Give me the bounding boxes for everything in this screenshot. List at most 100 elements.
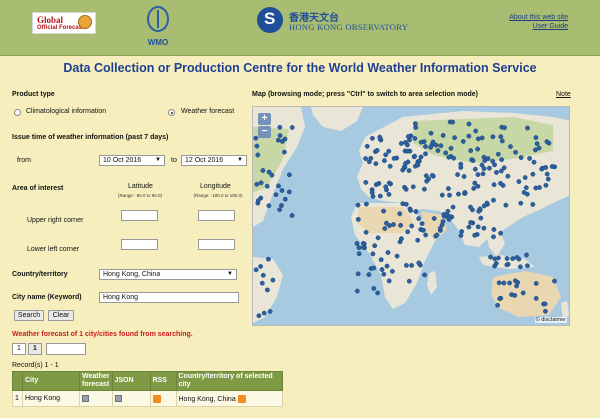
json-link[interactable] <box>111 390 151 407</box>
city-marker-icon[interactable] <box>539 166 545 172</box>
city-marker-icon[interactable] <box>355 202 361 208</box>
table-icon[interactable] <box>114 394 122 402</box>
city-marker-icon[interactable] <box>488 254 493 260</box>
city-marker-icon[interactable] <box>386 192 392 197</box>
city-marker-icon[interactable] <box>405 229 411 235</box>
city-marker-icon[interactable] <box>530 202 536 207</box>
city-marker-icon[interactable] <box>273 192 279 198</box>
zoom-in-button[interactable]: + <box>258 113 271 125</box>
city-marker-icon[interactable] <box>496 280 502 286</box>
city-marker-icon[interactable] <box>398 236 404 242</box>
city-marker-icon[interactable] <box>421 186 427 192</box>
city-marker-icon[interactable] <box>460 139 466 144</box>
city-marker-icon[interactable] <box>543 182 549 188</box>
city-marker-icon[interactable] <box>279 203 284 208</box>
city-marker-icon[interactable] <box>403 186 409 192</box>
city-marker-icon[interactable] <box>386 148 392 154</box>
city-marker-icon[interactable] <box>491 182 497 188</box>
city-marker-icon[interactable] <box>495 151 501 157</box>
city-marker-icon[interactable] <box>430 139 436 145</box>
city-marker-icon[interactable] <box>468 148 474 153</box>
city-marker-icon[interactable] <box>522 175 528 181</box>
city-marker-icon[interactable] <box>498 230 504 236</box>
city-marker-icon[interactable] <box>495 302 501 308</box>
clear-button[interactable]: Clear <box>48 310 74 321</box>
city-marker-icon[interactable] <box>426 176 432 182</box>
city-marker-icon[interactable] <box>503 202 509 208</box>
city-marker-icon[interactable] <box>498 181 503 186</box>
city-marker-icon[interactable] <box>468 204 473 210</box>
city-marker-icon[interactable] <box>438 143 444 149</box>
city-marker-icon[interactable] <box>364 143 370 149</box>
city-marker-icon[interactable] <box>481 203 487 209</box>
city-marker-icon[interactable] <box>416 216 422 222</box>
city-marker-icon[interactable] <box>375 235 381 241</box>
city-marker-icon[interactable] <box>386 278 392 284</box>
city-marker-icon[interactable] <box>493 260 499 266</box>
city-marker-icon[interactable] <box>383 184 389 190</box>
city-marker-icon[interactable] <box>256 313 262 319</box>
city-marker-icon[interactable] <box>415 162 421 168</box>
city-marker-icon[interactable] <box>374 148 380 153</box>
city-marker-icon[interactable] <box>403 262 409 268</box>
city-marker-icon[interactable] <box>355 217 361 222</box>
city-marker-icon[interactable] <box>549 164 555 169</box>
city-marker-icon[interactable] <box>456 191 461 197</box>
world-map[interactable]: + − © disclaimer <box>252 106 570 326</box>
city-marker-icon[interactable] <box>459 229 465 234</box>
city-marker-icon[interactable] <box>258 180 264 186</box>
city-marker-icon[interactable] <box>264 183 270 189</box>
city-marker-icon[interactable] <box>255 152 261 158</box>
city-marker-icon[interactable] <box>428 144 434 150</box>
city-marker-icon[interactable] <box>282 196 288 202</box>
city-marker-icon[interactable] <box>261 310 267 316</box>
weather-forecast-link[interactable] <box>79 390 113 407</box>
city-marker-icon[interactable] <box>260 272 266 278</box>
city-marker-icon[interactable] <box>491 197 496 203</box>
city-marker-icon[interactable] <box>418 139 424 145</box>
city-marker-icon[interactable] <box>275 137 281 143</box>
city-marker-icon[interactable] <box>381 208 387 214</box>
city-marker-icon[interactable] <box>501 165 507 171</box>
city-marker-icon[interactable] <box>512 278 518 284</box>
city-marker-icon[interactable] <box>491 234 496 240</box>
note-link[interactable]: Note <box>556 91 571 98</box>
city-marker-icon[interactable] <box>544 171 550 177</box>
city-marker-icon[interactable] <box>533 295 539 301</box>
city-marker-icon[interactable] <box>366 272 372 278</box>
city-marker-icon[interactable] <box>458 233 464 238</box>
city-marker-icon[interactable] <box>480 171 486 177</box>
user-guide-link[interactable]: User Guide <box>533 23 568 30</box>
city-marker-icon[interactable] <box>373 161 379 167</box>
weather-forecast-radio[interactable] <box>168 109 175 116</box>
map-canvas[interactable] <box>253 107 570 326</box>
from-date-select[interactable]: 10 Oct 2016 ▼ <box>99 155 165 166</box>
city-marker-icon[interactable] <box>534 141 540 147</box>
city-marker-icon[interactable] <box>512 292 518 298</box>
city-marker-icon[interactable] <box>440 132 446 138</box>
city-marker-icon[interactable] <box>370 194 376 199</box>
rss-link[interactable] <box>149 390 177 407</box>
pager-current-page[interactable]: 1 <box>28 343 42 355</box>
city-marker-icon[interactable] <box>361 240 366 246</box>
city-marker-icon[interactable] <box>354 241 360 246</box>
city-marker-icon[interactable] <box>415 237 421 243</box>
city-marker-icon[interactable] <box>389 268 395 274</box>
climatological-radio[interactable] <box>14 109 21 116</box>
city-marker-icon[interactable] <box>404 148 410 154</box>
city-marker-icon[interactable] <box>264 287 270 293</box>
city-marker-icon[interactable] <box>520 290 526 296</box>
city-marker-icon[interactable] <box>505 173 511 179</box>
climatological-label[interactable]: Climatological information <box>26 108 106 115</box>
city-marker-icon[interactable] <box>532 147 538 153</box>
city-marker-icon[interactable] <box>466 121 472 127</box>
city-marker-icon[interactable] <box>455 172 461 178</box>
zoom-out-button[interactable]: − <box>258 126 271 138</box>
city-marker-icon[interactable] <box>478 215 484 221</box>
city-marker-icon[interactable] <box>479 162 485 168</box>
city-marker-icon[interactable] <box>363 156 369 161</box>
city-marker-icon[interactable] <box>408 208 414 213</box>
city-marker-icon[interactable] <box>419 221 425 227</box>
city-marker-icon[interactable] <box>475 172 481 178</box>
city-marker-icon[interactable] <box>451 155 457 161</box>
